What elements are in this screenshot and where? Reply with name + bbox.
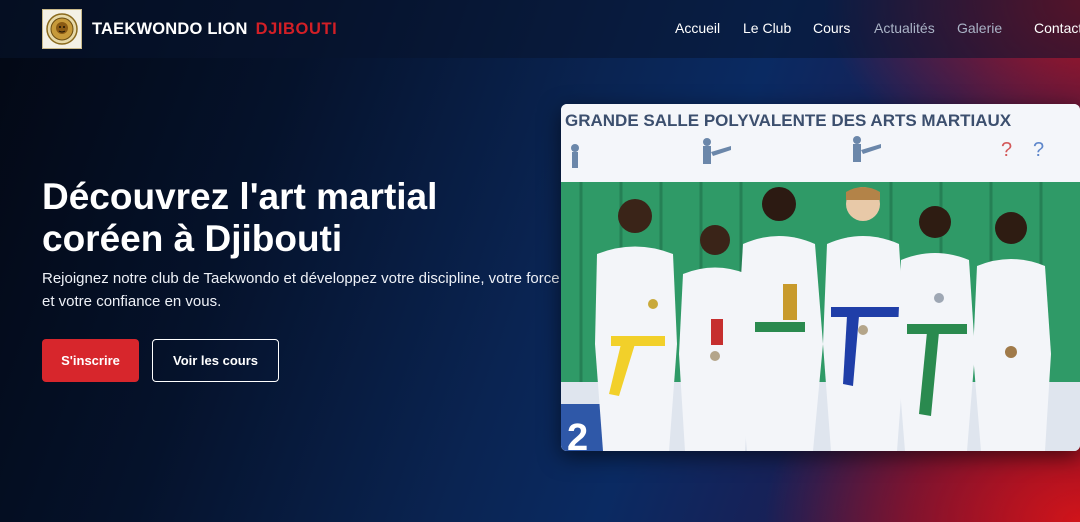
nav-cours[interactable]: Cours [813,20,850,36]
nav-accueil[interactable]: Accueil [675,20,720,36]
nav-galerie[interactable]: Galerie [957,20,1002,36]
navbar: TAEKWONDO LION DJIBOUTI Accueil Le Club … [0,0,1080,58]
hero-photo: GRANDE SALLE POLYVALENTE DES ARTS MARTIA… [561,104,1080,451]
group-photo-illustration: GRANDE SALLE POLYVALENTE DES ARTS MARTIA… [561,104,1080,451]
nav-le-club[interactable]: Le Club [743,20,791,36]
nav-contact[interactable]: Contact [1034,20,1080,36]
hero-subtitle-line2: et votre confiance en vous. [42,293,222,310]
hero-subtitle-line1: Rejoignez notre club de Taekwondo et dév… [42,270,560,287]
svg-text:2: 2 [567,417,588,451]
main-nav: Accueil Le Club Cours Actualités Galerie… [0,0,1080,58]
hero-title-line2: coréen à Djibouti [42,218,343,259]
svg-text:?: ? [1001,139,1012,161]
nav-actualites[interactable]: Actualités [874,20,935,36]
hero-subtitle: Rejoignez notre club de Taekwondo et dév… [42,267,562,313]
signup-button[interactable]: S'inscrire [42,339,139,382]
hero-title: Découvrez l'art martial coréen à Djibout… [42,176,542,260]
hero-title-line1: Découvrez l'art martial [42,176,438,217]
view-courses-button[interactable]: Voir les cours [152,339,279,382]
banner-text: GRANDE SALLE POLYVALENTE DES ARTS MARTIA… [565,111,1012,130]
svg-text:?: ? [1033,139,1044,161]
